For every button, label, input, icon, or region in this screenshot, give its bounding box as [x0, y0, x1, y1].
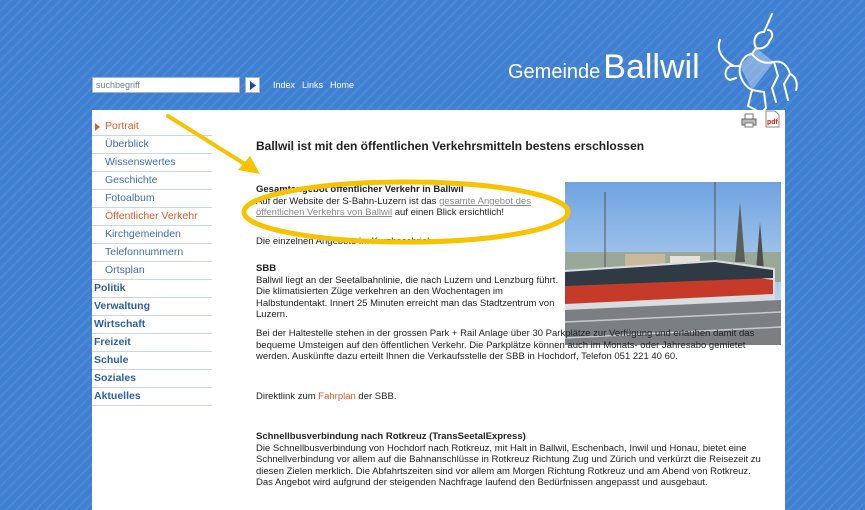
- sidebar-item-label: Geschichte: [105, 174, 158, 186]
- sidebar-item-oeffentlicher-verkehr[interactable]: Öffentlicher Verkehr: [92, 208, 212, 226]
- svg-text:pdf: pdf: [767, 119, 779, 126]
- caret-right-icon: [95, 123, 100, 131]
- bus-paragraph: Die Schnellbusverbindung von Hochdorf na…: [256, 442, 761, 489]
- sidebar-item-aktuelles[interactable]: Aktuelles: [92, 388, 212, 406]
- sidebar-item-label: Freizeit: [94, 336, 131, 348]
- sidebar-item-label: Portrait: [105, 120, 139, 132]
- sidebar-item-politik[interactable]: Politik: [92, 280, 212, 298]
- unicorn-icon: [717, 13, 798, 115]
- brand-prefix: Gemeinde: [508, 61, 601, 83]
- search-button[interactable]: [245, 77, 260, 93]
- sidebar-item-label: Ortsplan: [105, 264, 145, 276]
- sbb-heading: SBB: [256, 263, 277, 274]
- nav-index-link[interactable]: Index: [273, 80, 295, 90]
- brand-name: Ballwil: [603, 48, 700, 86]
- search-box: [92, 77, 260, 93]
- sidebar-item-ortsplan[interactable]: Ortsplan: [92, 262, 212, 280]
- sbb-block: SBB Ballwil liegt an der Seetalbahnlinie…: [256, 263, 566, 321]
- sidebar-item-label: Kirchgemeinden: [105, 228, 181, 240]
- printer-icon[interactable]: [741, 113, 757, 128]
- sidebar-item-label: Aktuelles: [94, 390, 141, 402]
- direct-text-before: Direktlink zum: [256, 391, 319, 402]
- sidebar-item-label: Öffentlicher Verkehr: [105, 210, 198, 222]
- direct-text-after: der SBB.: [355, 391, 397, 402]
- sidebar-item-label: Fotoalbum: [105, 192, 155, 204]
- sidebar-item-label: Telefonnummern: [105, 246, 184, 258]
- nav-links-link[interactable]: Links: [302, 80, 323, 90]
- bus-block: Schnellbusverbindung nach Rotkreuz (Tran…: [256, 431, 768, 489]
- nav-home-link[interactable]: Home: [330, 80, 354, 90]
- sidebar-item-kirchgemeinden[interactable]: Kirchgemeinden: [92, 226, 212, 244]
- site-brand: GemeindeBallwil: [508, 48, 700, 87]
- sbb-paragraph-2: Bei der Haltestelle stehen in der grosse…: [256, 328, 755, 362]
- highlight-ellipse: [241, 179, 571, 245]
- direct-link-line: Direktlink zum Fahrplan der SBB.: [256, 391, 396, 402]
- sidebar-item-soziales[interactable]: Soziales: [92, 370, 212, 388]
- pdf-icon[interactable]: pdf: [763, 110, 781, 128]
- search-input[interactable]: [92, 77, 240, 93]
- page-title: Ballwil ist mit den öffentlichen Verkehr…: [256, 139, 645, 153]
- sidebar-item-label: Politik: [94, 282, 126, 294]
- train-photo: [565, 182, 781, 345]
- sidebar-item-telefonnummern[interactable]: Telefonnummern: [92, 244, 212, 262]
- bus-heading: Schnellbusverbindung nach Rotkreuz (Tran…: [256, 431, 526, 442]
- sidebar-item-freizeit[interactable]: Freizeit: [92, 334, 212, 352]
- sidebar-item-label: Wirtschaft: [94, 318, 146, 330]
- sidebar-item-label: Überblick: [105, 138, 149, 150]
- sidebar-item-label: Schule: [94, 354, 129, 366]
- highlight-arrow: [166, 114, 260, 174]
- sbb-paragraph: Ballwil liegt an der Seetalbahnlinie, di…: [256, 274, 559, 321]
- fahrplan-link[interactable]: Fahrplan: [318, 391, 356, 402]
- sidebar-item-fotoalbum[interactable]: Fotoalbum: [92, 190, 212, 208]
- sidebar-item-label: Soziales: [94, 372, 137, 384]
- arrow-right-icon: [249, 80, 256, 90]
- sidebar-item-schule[interactable]: Schule: [92, 352, 212, 370]
- sidebar-item-verwaltung[interactable]: Verwaltung: [92, 298, 212, 316]
- sidebar-item-label: Verwaltung: [94, 300, 151, 312]
- sbb-parking-paragraph: Bei der Haltestelle stehen in der grosse…: [256, 328, 768, 363]
- sidebar-item-wirtschaft[interactable]: Wirtschaft: [92, 316, 212, 334]
- top-nav: Index Links Home: [273, 80, 354, 90]
